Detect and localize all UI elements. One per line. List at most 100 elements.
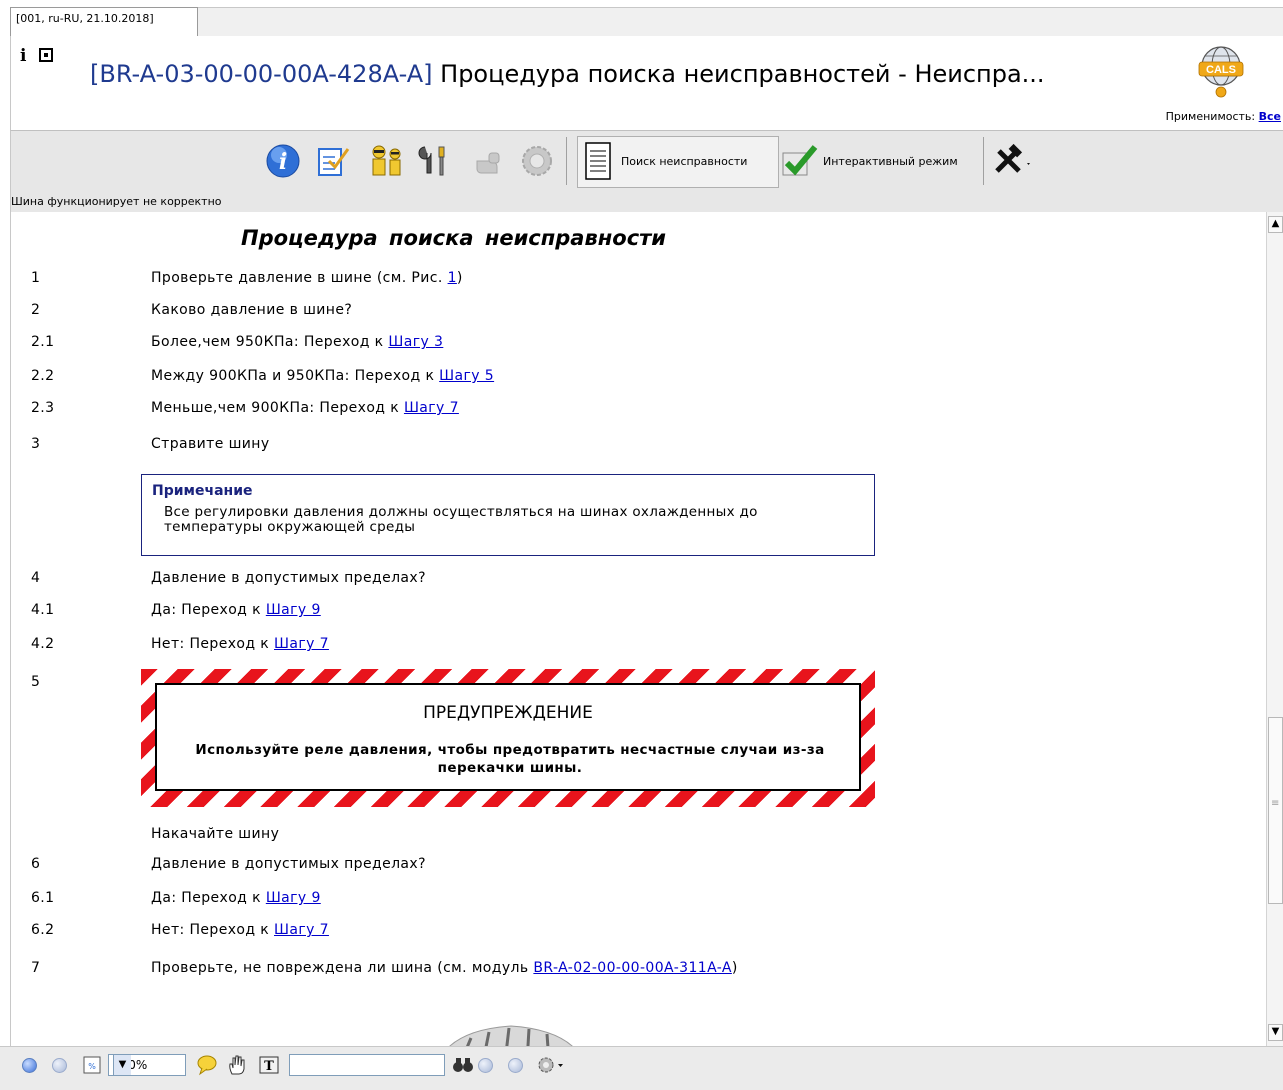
comment-button[interactable]	[196, 1052, 218, 1078]
step-text: Более,чем 950КПа: Переход к Шагу 3	[151, 334, 443, 350]
back-icon	[22, 1057, 37, 1073]
step-text: Проверьте, не повреждена ли шина (см. мо…	[151, 960, 738, 976]
step-number: 2.2	[31, 368, 55, 384]
step-text-part: )	[731, 960, 738, 976]
vertical-scrollbar[interactable]: ▲ ▼	[1266, 212, 1283, 1046]
step-number: 2	[31, 302, 41, 318]
step-text: Да: Переход к Шагу 9	[151, 602, 321, 618]
personnel-button[interactable]	[367, 139, 407, 183]
step-link[interactable]: Шагу 7	[274, 636, 329, 652]
supplies-button	[519, 139, 555, 183]
step-text-part: Меньше,чем 900КПа: Переход к	[151, 400, 404, 416]
svg-text:%: %	[88, 1062, 96, 1071]
step-text: Каково давление в шине?	[151, 302, 353, 318]
personnel-icon	[372, 145, 401, 176]
note-text: Все регулировки давления должны осуществ…	[164, 504, 758, 535]
language-icon[interactable]	[39, 48, 53, 62]
step-number: 4	[31, 570, 41, 586]
step-text: Меньше,чем 900КПа: Переход к Шагу 7	[151, 400, 459, 416]
step-text-part: Более,чем 950КПа: Переход к	[151, 334, 389, 350]
tab-strip-background	[10, 7, 1283, 36]
step-link[interactable]: Шагу 7	[274, 922, 329, 938]
warning-box: ПРЕДУПРЕЖДЕНИЕ Используйте реле давления…	[141, 669, 875, 807]
find-button[interactable]	[452, 1052, 474, 1078]
step-link[interactable]: Шагу 9	[266, 890, 321, 906]
cals-logo: CALS	[1198, 46, 1244, 98]
tire-figure	[449, 1025, 573, 1046]
options-menu-button[interactable]	[536, 1052, 566, 1078]
step-text-part: Нет: Переход к	[151, 636, 274, 652]
scroll-up-button[interactable]: ▲	[1268, 216, 1283, 233]
warning-text: Используйте реле давления, чтобы предотв…	[195, 742, 825, 776]
step-text: Накачайте шину	[151, 826, 280, 842]
settings-menu-button[interactable]	[991, 139, 1033, 183]
step-number: 6.2	[31, 922, 55, 938]
step-text: Стравите шину	[151, 436, 270, 452]
bottom-toolbar: % 100%▼ T	[0, 1046, 1283, 1090]
warning-inner: ПРЕДУПРЕЖДЕНИЕ Используйте реле давления…	[155, 683, 861, 791]
wrench-screwdriver-icon	[418, 146, 445, 176]
step-number: 2.3	[31, 400, 55, 416]
dm-subtitle: Шина функционирует не корректно	[10, 192, 1283, 212]
tab-interactive-mode[interactable]: Интерактивный режим	[781, 139, 958, 183]
step-text-part: Нет: Переход к	[151, 922, 274, 938]
toolbar-separator	[566, 137, 567, 185]
applicability-label: Применимость:	[1165, 110, 1256, 123]
checklist-button[interactable]	[315, 139, 351, 183]
svg-text:i: i	[279, 149, 287, 175]
applicability-link[interactable]: Все	[1259, 110, 1281, 123]
step-number: 6	[31, 856, 41, 872]
info-circle-icon: i	[266, 144, 300, 178]
forward-icon	[52, 1057, 67, 1073]
document-icon	[585, 142, 611, 180]
step-number: 2.1	[31, 334, 55, 350]
figure-link[interactable]: 1	[448, 270, 457, 286]
hand-icon	[229, 1055, 245, 1075]
step-text: Между 900КПа и 950КПа: Переход к Шагу 5	[151, 368, 494, 384]
zoom-select[interactable]: 100%▼	[108, 1054, 186, 1076]
hammer-wrench-icon	[995, 143, 1030, 173]
spares-button	[471, 139, 507, 183]
step-number: 7	[31, 960, 41, 976]
text-select-button[interactable]: T	[258, 1052, 280, 1078]
step-link[interactable]: Шагу 3	[388, 334, 443, 350]
scroll-thumb[interactable]	[1268, 717, 1283, 904]
tools-button[interactable]	[417, 139, 453, 183]
find-next-button[interactable]	[508, 1052, 523, 1078]
dm-code: [BR-A-03-00-00-00A-428A-A]	[90, 60, 433, 88]
note-title: Примечание	[152, 483, 253, 499]
info-button[interactable]: i	[265, 139, 301, 183]
step-number: 6.1	[31, 890, 55, 906]
checklist-icon	[318, 148, 350, 176]
document-content: Процедура поиска неисправности 1 Проверь…	[10, 212, 1266, 1046]
step-text-part: Да: Переход к	[151, 890, 266, 906]
zoom-fit-button[interactable]: %	[82, 1052, 102, 1078]
applicability: Применимость: Все	[1166, 110, 1281, 123]
step-number: 1	[31, 270, 41, 286]
gear-icon	[522, 146, 552, 176]
tab-fault-search[interactable]: Поиск неисправности	[583, 139, 747, 183]
step-number: 3	[31, 436, 41, 452]
search-input[interactable]	[289, 1054, 445, 1076]
back-button[interactable]	[22, 1052, 37, 1078]
pan-tool-button[interactable]	[226, 1052, 248, 1078]
scroll-down-button[interactable]: ▼	[1268, 1024, 1283, 1041]
dm-title: Процедура поиска неисправностей - Неиспр…	[432, 60, 1045, 88]
document-tab[interactable]: [001, ru-RU, 21.10.2018]	[10, 7, 198, 36]
step-text-part: Между 900КПа и 950КПа: Переход к	[151, 368, 440, 384]
step-link[interactable]: Шагу 9	[266, 602, 321, 618]
find-next-icon	[508, 1057, 523, 1073]
chevron-down-icon: ▼	[113, 1055, 131, 1075]
step-link[interactable]: Шагу 7	[404, 400, 459, 416]
info-icon[interactable]: i	[20, 46, 26, 66]
step-number: 5	[31, 674, 41, 690]
warning-title: ПРЕДУПРЕЖДЕНИЕ	[423, 703, 593, 723]
forward-button[interactable]	[52, 1052, 67, 1078]
step-text: Да: Переход к Шагу 9	[151, 890, 321, 906]
find-prev-button[interactable]	[478, 1052, 493, 1078]
gear-dropdown-icon	[538, 1057, 563, 1073]
dm-reference-link[interactable]: BR-A-02-00-00-00A-311A-A	[533, 960, 731, 976]
toolbar-separator	[983, 137, 984, 185]
fault-search-label: Поиск неисправности	[621, 154, 748, 168]
step-link[interactable]: Шагу 5	[439, 368, 494, 384]
